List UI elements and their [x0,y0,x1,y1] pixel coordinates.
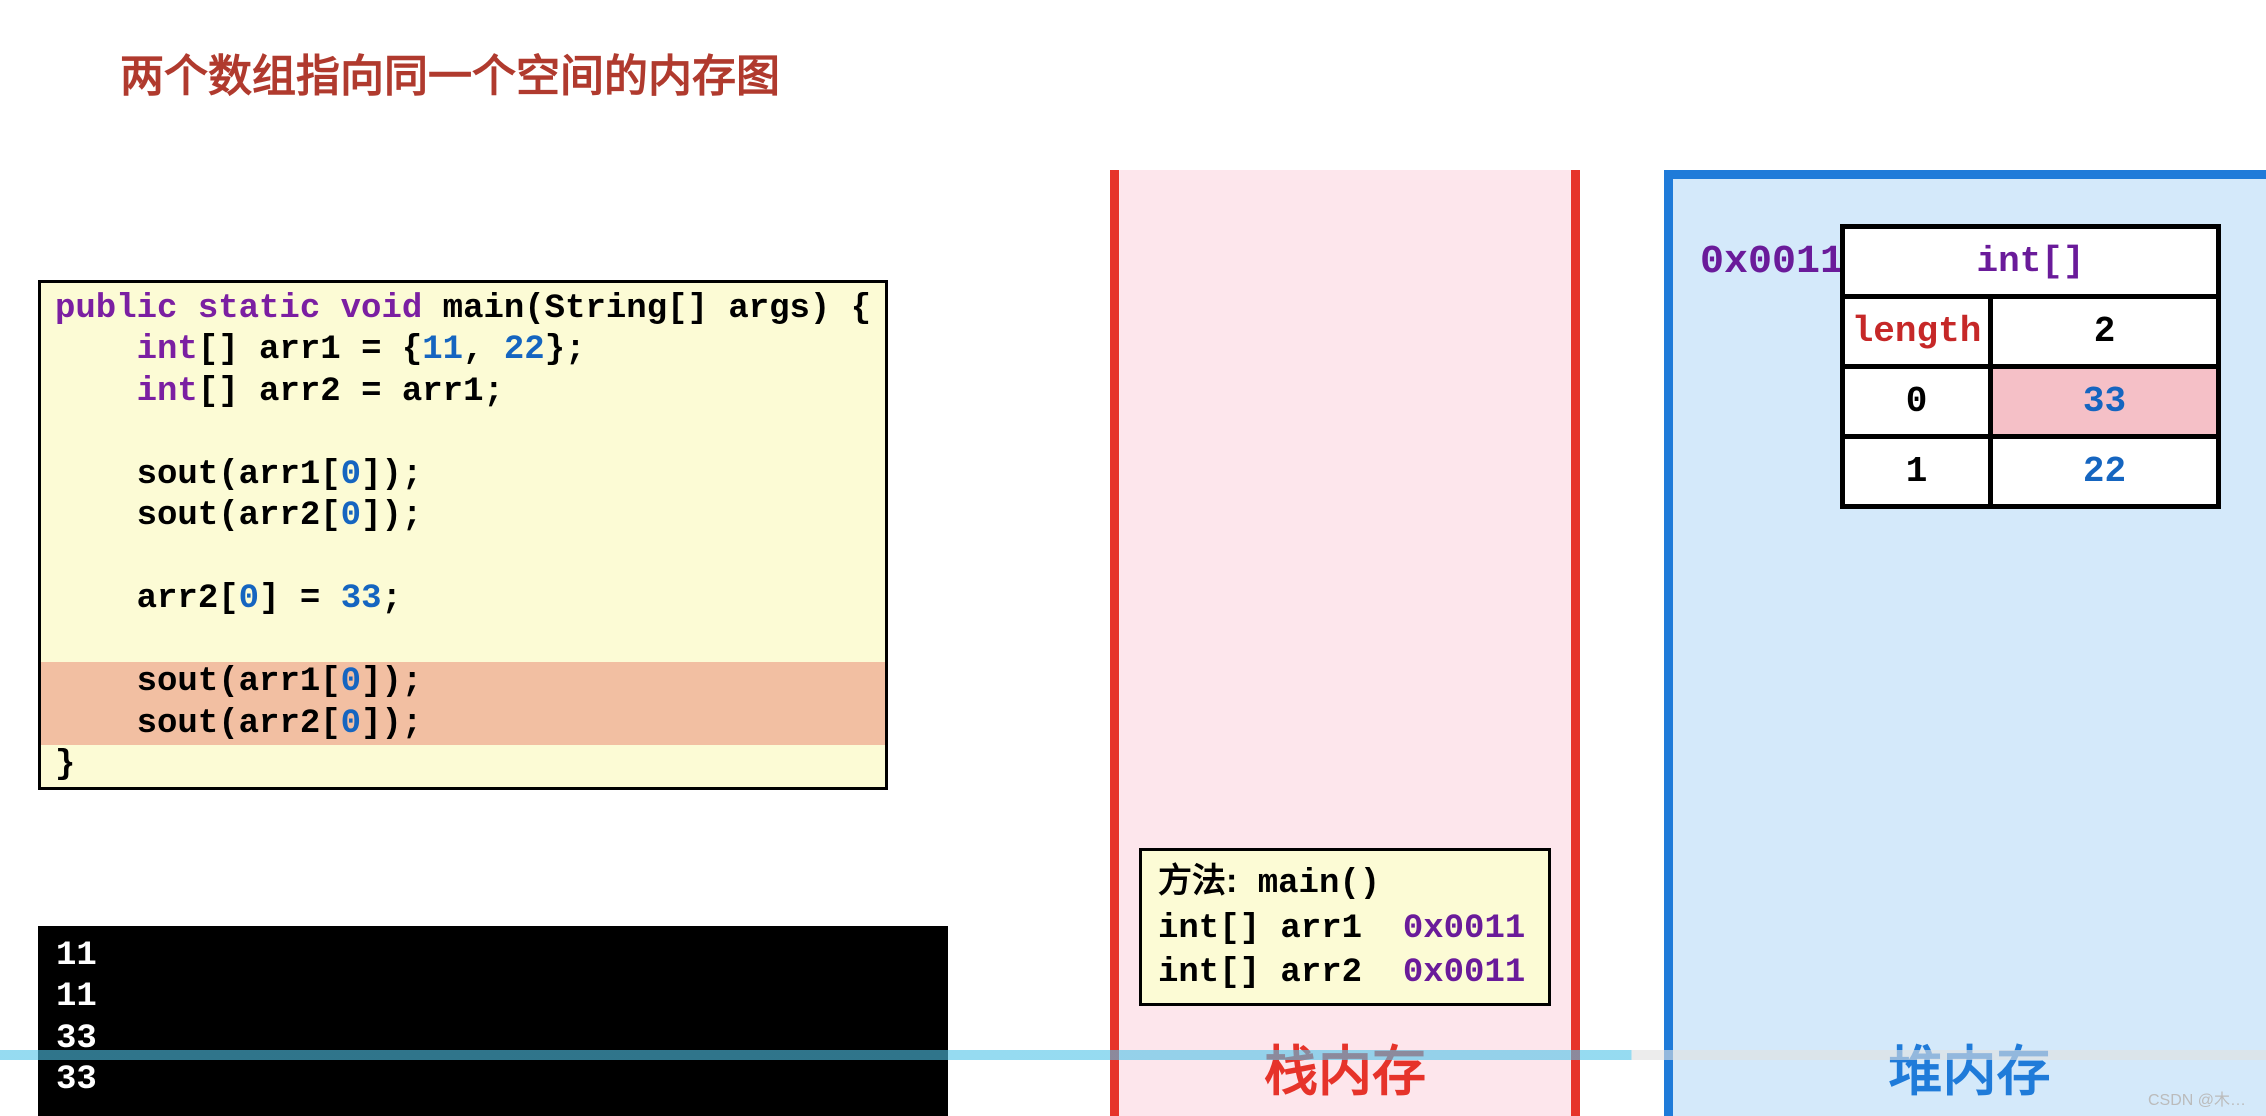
code-text: sout(arr2[ [137,497,341,535]
code-line [41,621,885,662]
code-text: sout(arr2[ [137,705,341,743]
heap-address-label: 0x0011 [1700,240,1844,285]
value-cell: 22 [1991,437,2219,507]
index-cell: 0 [1843,367,1991,437]
number-literal: 0 [341,456,361,494]
keyword: public static void [55,290,422,328]
console-line: 11 [56,936,930,977]
number-literal: 0 [341,497,361,535]
stack-memory-box: 方法: main() int[] arr1 0x0011 int[] arr2 … [1110,170,1580,1116]
number-literal: 0 [341,663,361,701]
console-line: 11 [56,977,930,1018]
var-decl: int[] arr1 [1158,910,1403,948]
console-output: 11 11 33 33 [38,926,948,1116]
length-label-cell: length [1843,297,1991,367]
number-literal: 0 [341,705,361,743]
page-title: 两个数组指向同一个空间的内存图 [120,40,780,104]
keyword: int [137,331,198,369]
watermark: CSDN @木… [2148,1086,2246,1110]
number-literal: 33 [341,580,382,618]
frame-method: 方法: main() [1158,859,1532,906]
frame-variable: int[] arr2 0x0011 [1158,951,1532,995]
code-text: ]); [361,705,422,743]
index-cell: 1 [1843,437,1991,507]
code-text: ; [382,580,402,618]
video-progress-bar[interactable] [0,1050,2266,1060]
code-text: ]); [361,497,422,535]
code-text: sout(arr1[ [137,456,341,494]
value-cell-highlight: 33 [1991,367,2219,437]
code-line-highlight: sout(arr1[0]); [41,662,885,703]
code-line: sout(arr2[0]); [41,496,885,537]
length-value-cell: 2 [1991,297,2219,367]
code-text: main(String[] args) { [422,290,871,328]
number-literal: 0 [239,580,259,618]
code-text: , [463,331,504,369]
code-text: [] arr1 = { [198,331,422,369]
keyword: int [137,373,198,411]
code-text: }; [545,331,586,369]
code-text: ] = [259,580,341,618]
heap-object-table: int[] length 2 0 33 1 22 [1840,224,2221,509]
code-line-highlight: sout(arr2[0]); [41,704,885,745]
code-text: arr2[ [137,580,239,618]
code-block: public static void main(String[] args) {… [38,280,888,790]
code-line: int[] arr1 = {11, 22}; [41,330,885,371]
address-value: 0x0011 [1403,910,1525,948]
code-text: ]); [361,456,422,494]
number-literal: 22 [504,331,545,369]
code-line: arr2[0] = 33; [41,579,885,620]
stack-frame: 方法: main() int[] arr1 0x0011 int[] arr2 … [1139,848,1551,1006]
code-line: sout(arr1[0]); [41,455,885,496]
console-line: 33 [56,1060,930,1101]
code-line: public static void main(String[] args) { [41,289,885,330]
frame-variable: int[] arr1 0x0011 [1158,907,1532,951]
code-line: int[] arr2 = arr1; [41,372,885,413]
stack-title: 栈内存 [1119,1027,1571,1106]
code-text: ]); [361,663,422,701]
code-text: [] arr2 = arr1; [198,373,504,411]
method-label: 方法: [1158,862,1237,900]
code-line [41,538,885,579]
address-value: 0x0011 [1403,954,1525,992]
code-text: sout(arr1[ [137,663,341,701]
code-line: } [41,745,885,786]
number-literal: 11 [422,331,463,369]
code-line [41,413,885,454]
method-name: main() [1237,865,1380,903]
heap-type-cell: int[] [1843,227,2219,297]
var-decl: int[] arr2 [1158,954,1403,992]
